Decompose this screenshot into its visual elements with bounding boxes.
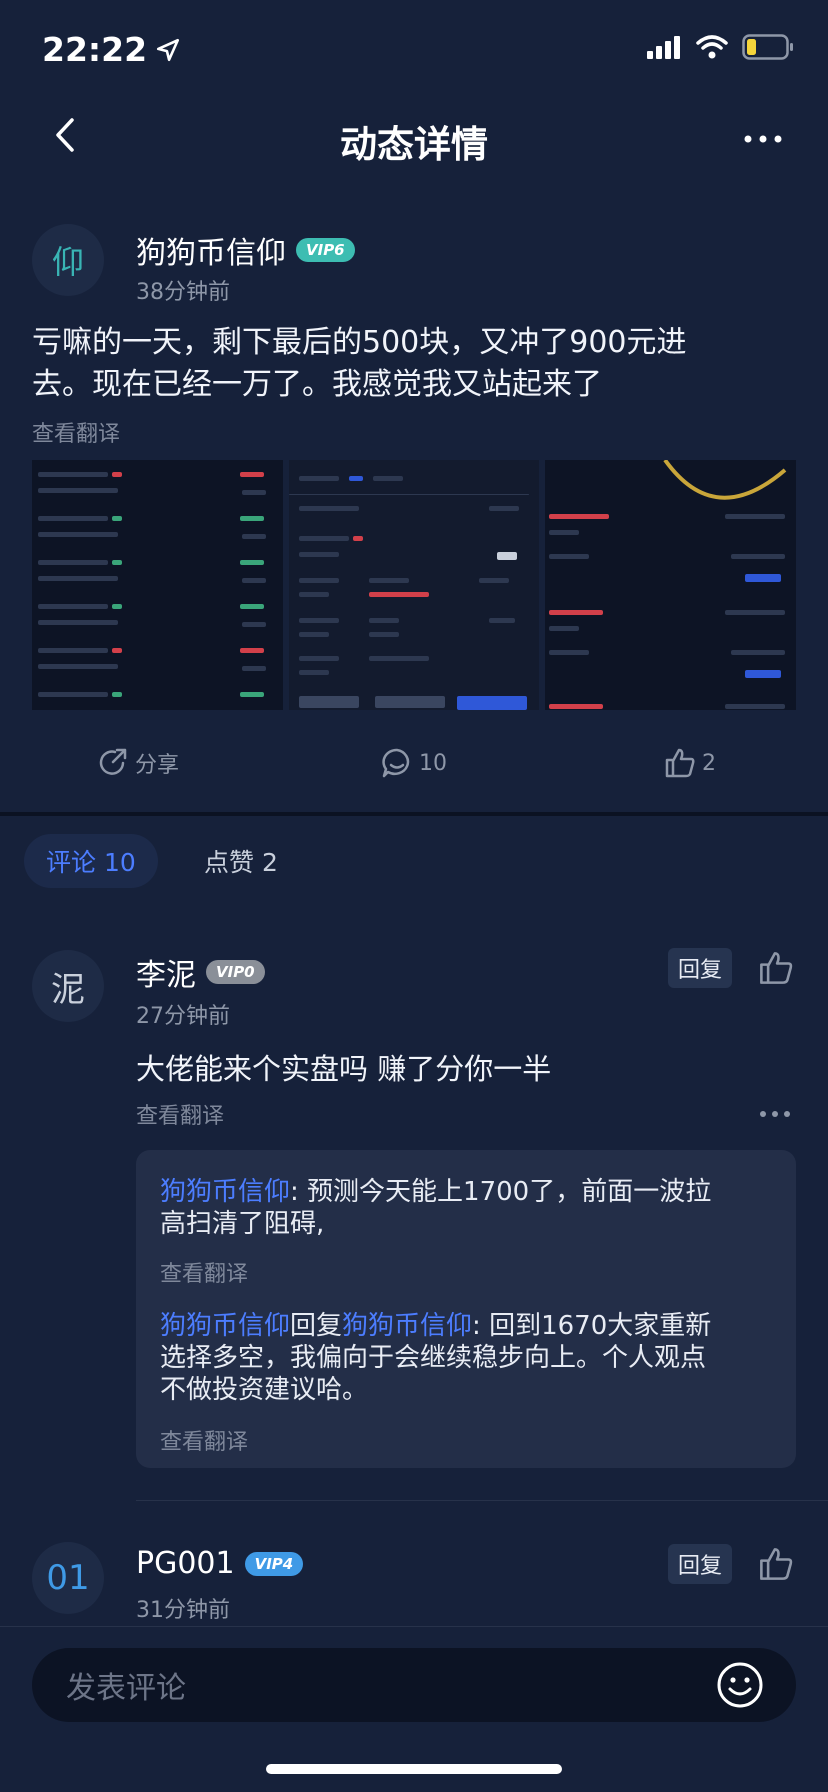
post-author-name: 狗狗币信仰	[136, 236, 286, 271]
translate-link[interactable]: 查看翻译	[160, 1424, 248, 1456]
post-time: 38分钟前	[136, 280, 230, 305]
post-author[interactable]: 狗狗币信仰 VIP6	[136, 228, 355, 272]
post-author-avatar[interactable]: 仰	[32, 224, 104, 296]
translate-link[interactable]: 查看翻译	[32, 416, 120, 448]
comment-author[interactable]: PG001 VIP4	[136, 1546, 304, 1581]
translate-link[interactable]: 查看翻译	[160, 1256, 248, 1288]
home-indicator	[266, 1764, 562, 1774]
section-divider	[0, 812, 828, 816]
comment-avatar[interactable]: 01	[32, 1542, 104, 1614]
page-title: 动态详情	[340, 123, 488, 166]
thumbs-up-icon	[760, 952, 793, 984]
post-image-2[interactable]	[288, 460, 540, 710]
more-horizontal-icon	[760, 1111, 790, 1117]
post-image-1[interactable]	[32, 460, 283, 710]
translate-link[interactable]: 查看翻译	[136, 1098, 224, 1130]
tab-comments[interactable]: 评论 10	[24, 834, 158, 888]
reply-button[interactable]: 回复	[667, 1544, 732, 1584]
comment-input[interactable]: 发表评论	[32, 1648, 796, 1722]
comment-button[interactable]: 10	[276, 740, 552, 786]
reply-button[interactable]: 回复	[667, 948, 732, 988]
reply-author-link[interactable]: 狗狗币信仰	[160, 1177, 290, 1207]
post-content: 亏嘛的一天，剩下最后的500块，又冲了900元进 去。现在已经一万了。我感觉我又…	[32, 325, 687, 402]
comment-like-button[interactable]	[758, 1546, 794, 1582]
emoji-icon	[717, 1662, 763, 1708]
reply-text: 狗狗币信仰: 预测今天能上1700了，前面一波拉 高扫清了阻碍,	[160, 1177, 712, 1239]
signal-icon	[647, 36, 680, 59]
comment-divider	[136, 1500, 828, 1501]
wifi-icon	[696, 35, 728, 59]
battery-icon	[742, 34, 793, 60]
comment-like-button[interactable]	[758, 950, 794, 986]
comment-icon	[382, 748, 410, 778]
vip-badge: VIP6	[296, 238, 355, 262]
thumbs-up-icon	[665, 748, 695, 778]
reply-target-link[interactable]: 狗狗币信仰	[342, 1311, 472, 1341]
comment-text: 大佬能来个实盘吗 赚了分你一半	[136, 1052, 552, 1086]
reply-text: 狗狗币信仰回复狗狗币信仰: 回到1670大家重新 选择多空，我偏向于会继续稳步向…	[160, 1311, 712, 1405]
comment-time: 27分钟前	[136, 1004, 230, 1029]
share-button[interactable]: 分享	[0, 740, 276, 786]
vip-badge: VIP0	[206, 960, 265, 984]
reply-author-link[interactable]: 狗狗币信仰	[160, 1311, 290, 1341]
more-horizontal-icon	[744, 135, 782, 143]
location-arrow-icon	[156, 38, 180, 61]
post-actions: 分享 10 2	[0, 740, 828, 786]
comment-author[interactable]: 李泥 VIP0	[136, 950, 265, 994]
post-images	[32, 460, 797, 710]
status-icons	[646, 34, 794, 60]
vip-badge: VIP4	[244, 1551, 304, 1576]
comment-time: 31分钟前	[136, 1598, 230, 1623]
status-time: 22:22	[42, 30, 181, 69]
like-button[interactable]: 2	[552, 740, 828, 786]
emoji-button[interactable]	[716, 1661, 764, 1709]
thumbs-up-icon	[760, 1548, 793, 1580]
post-image-3[interactable]	[545, 460, 797, 710]
more-button[interactable]	[740, 124, 786, 154]
share-icon	[99, 748, 127, 775]
comment-more-button[interactable]	[758, 1104, 792, 1117]
comment-avatar[interactable]: 泥	[32, 950, 104, 1022]
tab-likes[interactable]: 点赞 2	[204, 834, 278, 888]
